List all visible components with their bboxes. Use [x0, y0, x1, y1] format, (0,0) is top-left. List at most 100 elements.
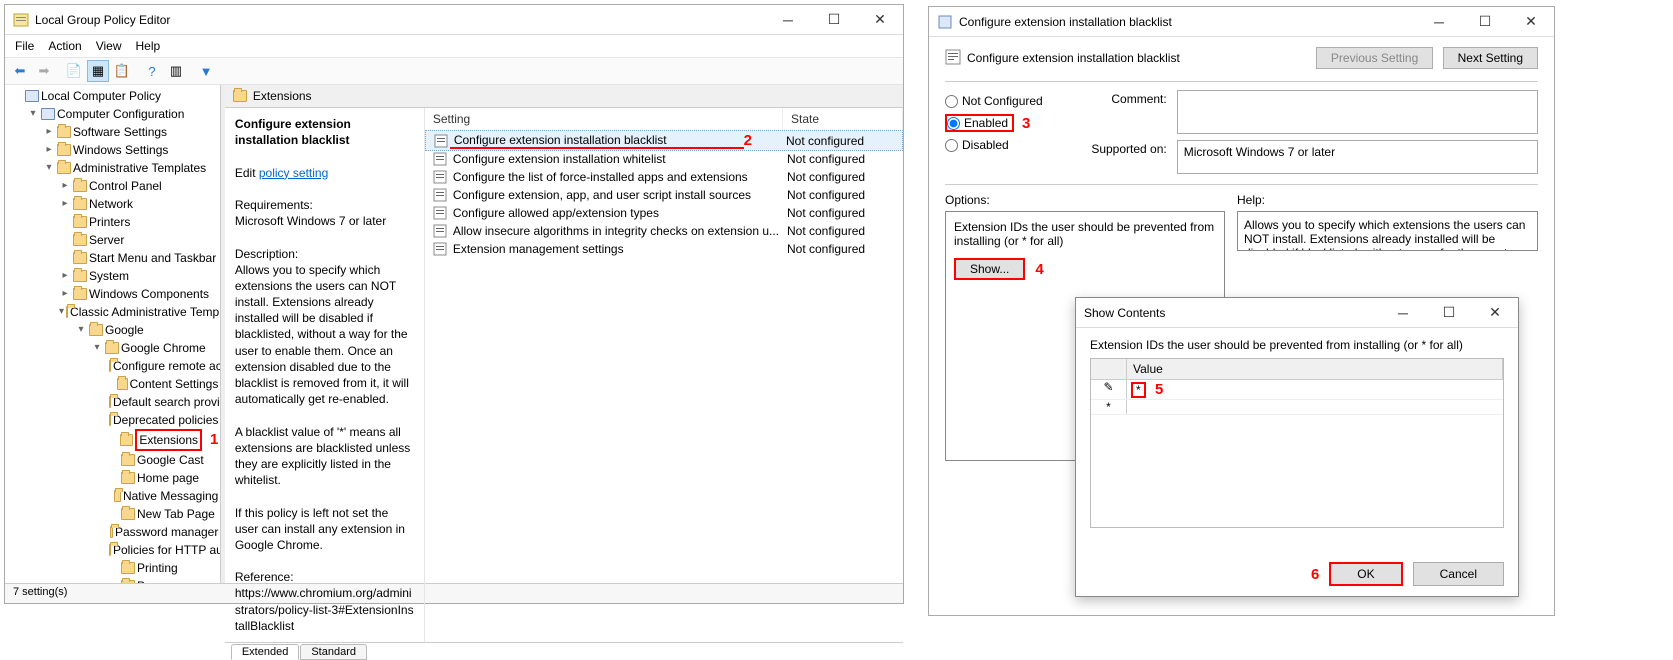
menu-view[interactable]: View — [96, 39, 122, 53]
req-value: Microsoft Windows 7 or later — [235, 214, 386, 228]
policy-dialog-titlebar[interactable]: Configure extension installation blackli… — [929, 7, 1554, 37]
tree-content-settings[interactable]: Content Settings — [105, 375, 220, 393]
col-state[interactable]: State — [783, 108, 903, 130]
tree-printers[interactable]: Printers — [57, 213, 220, 231]
desc-label: Description: — [235, 247, 298, 261]
options-text: Extension IDs the user should be prevent… — [954, 220, 1216, 248]
menu-action[interactable]: Action — [48, 39, 81, 53]
radio-enabled[interactable]: Enabled — [945, 114, 1014, 132]
setting-row-3[interactable]: Configure extension, app, and user scrip… — [425, 186, 903, 204]
back-button[interactable]: ⬅ — [9, 60, 31, 82]
sc-maximize-button[interactable]: ☐ — [1426, 298, 1472, 328]
tree-root[interactable]: Local Computer Policy — [9, 87, 220, 105]
setting-row-1[interactable]: Configure extension installation whiteli… — [425, 150, 903, 168]
tree-config-remote[interactable]: Configure remote access — [105, 357, 220, 375]
ok-button[interactable]: OK — [1329, 562, 1402, 586]
setting-row-0[interactable]: Configure extension installation blackli… — [425, 130, 903, 151]
dlg-minimize-button[interactable]: ─ — [1416, 7, 1462, 37]
setting-name: Allow insecure algorithms in integrity c… — [449, 224, 783, 238]
settings-list[interactable]: Setting State Configure extension instal… — [425, 108, 903, 642]
menu-help[interactable]: Help — [136, 39, 161, 53]
tree-google-cast[interactable]: Google Cast — [105, 451, 220, 469]
setting-row-4[interactable]: Configure allowed app/extension typesNot… — [425, 204, 903, 222]
tree-proxy[interactable]: Proxy server — [105, 577, 220, 583]
tree-control-panel[interactable]: ▸Control Panel — [57, 177, 220, 195]
tab-standard[interactable]: Standard — [300, 644, 367, 660]
tree-start-menu[interactable]: Start Menu and Taskbar — [57, 249, 220, 267]
setting-row-6[interactable]: Extension management settingsNot configu… — [425, 240, 903, 258]
annotation-5: 5 — [1155, 381, 1163, 398]
tree-password-mgr[interactable]: Password manager — [105, 523, 220, 541]
show-contents-titlebar[interactable]: Show Contents ─ ☐ ✕ — [1076, 298, 1518, 328]
tree-google[interactable]: ▾Google — [73, 321, 220, 339]
tree-software-settings[interactable]: ▸Software Settings — [41, 123, 220, 141]
setting-row-5[interactable]: Allow insecure algorithms in integrity c… — [425, 222, 903, 240]
radio-not-configured[interactable]: Not Configured — [945, 94, 1043, 108]
previous-setting-button[interactable]: Previous Setting — [1316, 47, 1433, 69]
col-setting[interactable]: Setting — [425, 108, 783, 130]
tree-computer-config[interactable]: ▾Computer Configuration — [25, 105, 220, 123]
menu-file[interactable]: File — [15, 39, 34, 53]
annotation-4: 4 — [1035, 261, 1043, 278]
setting-state: Not configured — [783, 188, 903, 202]
tree-pane[interactable]: Local Computer Policy ▾Computer Configur… — [5, 85, 221, 583]
help-label: Help: — [1237, 193, 1538, 207]
dlg-close-button[interactable]: ✕ — [1508, 7, 1554, 37]
tree-new-tab[interactable]: New Tab Page — [105, 505, 220, 523]
value-grid[interactable]: Value ✎ * 5 * — [1090, 358, 1504, 528]
show-tree-button[interactable]: ▦ — [87, 60, 109, 82]
export-button[interactable]: 📋 — [111, 60, 133, 82]
tree-windows-settings[interactable]: ▸Windows Settings — [41, 141, 220, 159]
tree-deprecated[interactable]: Deprecated policies — [105, 411, 220, 429]
tree-network[interactable]: ▸Network — [57, 195, 220, 213]
minimize-button[interactable]: ─ — [765, 5, 811, 35]
tree-server[interactable]: Server — [57, 231, 220, 249]
col-value[interactable]: Value — [1127, 359, 1503, 379]
grid-value-1[interactable] — [1127, 400, 1503, 414]
tree-windows-components[interactable]: ▸Windows Components — [57, 285, 220, 303]
gpedit-window: Local Group Policy Editor ─ ☐ ✕ File Act… — [4, 4, 904, 604]
tree-admin-templates[interactable]: ▾Administrative Templates — [41, 159, 220, 177]
maximize-button[interactable]: ☐ — [811, 5, 857, 35]
setting-name: Configure extension, app, and user scrip… — [449, 188, 783, 202]
tree-system[interactable]: ▸System — [57, 267, 220, 285]
titlebar[interactable]: Local Group Policy Editor ─ ☐ ✕ — [5, 5, 903, 35]
tree-default-search[interactable]: Default search provider — [105, 393, 220, 411]
grid-value-0[interactable]: * — [1131, 382, 1146, 398]
sc-close-button[interactable]: ✕ — [1472, 298, 1518, 328]
toolbar: ⬅ ➡ 📄 ▦ 📋 ? ▥ ▼ — [5, 57, 903, 85]
tree-http-auth[interactable]: Policies for HTTP authe — [105, 541, 220, 559]
tree-google-chrome[interactable]: ▾Google Chrome — [89, 339, 220, 357]
show-button[interactable]: Show... — [954, 258, 1025, 280]
setting-row-2[interactable]: Configure the list of force-installed ap… — [425, 168, 903, 186]
ref-value: https://www.chromium.org/administrators/… — [235, 586, 414, 632]
forward-button[interactable]: ➡ — [33, 60, 55, 82]
sc-minimize-button[interactable]: ─ — [1380, 298, 1426, 328]
grid-row-0[interactable]: ✎ * 5 — [1091, 380, 1503, 400]
radio-disabled[interactable]: Disabled — [945, 138, 1043, 152]
cancel-button[interactable]: Cancel — [1413, 562, 1504, 586]
prop-button[interactable]: ▥ — [165, 60, 187, 82]
row-marker-new-icon: * — [1091, 400, 1127, 414]
tree-printing[interactable]: Printing — [105, 559, 220, 577]
policy-heading-icon — [945, 49, 961, 68]
supported-value: Microsoft Windows 7 or later — [1177, 140, 1538, 174]
grid-row-1[interactable]: * — [1091, 400, 1503, 415]
comment-textarea[interactable] — [1177, 90, 1538, 134]
policy-item-icon — [431, 187, 449, 203]
up-button[interactable]: 📄 — [63, 60, 85, 82]
next-setting-button[interactable]: Next Setting — [1443, 47, 1538, 69]
blacklist-body: A blacklist value of '*' means all exten… — [235, 425, 410, 488]
tree-classic-admin[interactable]: ▾Classic Administrative Templates (A — [57, 303, 220, 321]
tab-extended[interactable]: Extended — [231, 644, 299, 660]
dlg-maximize-button[interactable]: ☐ — [1462, 7, 1508, 37]
tree-native-messaging[interactable]: Native Messaging — [105, 487, 220, 505]
setting-state: Not configured — [783, 206, 903, 220]
tree-extensions[interactable]: Extensions1 — [105, 429, 220, 451]
help-button[interactable]: ? — [141, 60, 163, 82]
tree-home-page[interactable]: Home page — [105, 469, 220, 487]
close-button[interactable]: ✕ — [857, 5, 903, 35]
filter-button[interactable]: ▼ — [195, 60, 217, 82]
edit-policy-link[interactable]: policy setting — [259, 166, 328, 180]
gpedit-icon — [13, 12, 29, 28]
